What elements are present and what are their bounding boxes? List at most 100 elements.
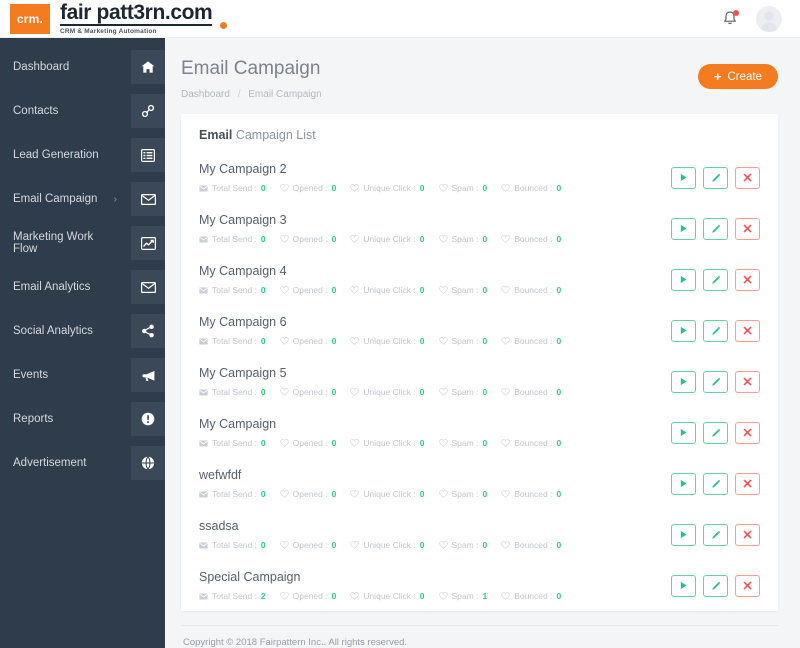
sidebar-item-label: Reports	[13, 413, 54, 425]
delete-button[interactable]	[735, 166, 760, 189]
heart-icon	[438, 592, 448, 600]
send-button[interactable]	[671, 268, 696, 291]
table-row: wefwfdf Total Send :0 Opened :0 Unique Cli…	[181, 458, 778, 509]
sidebar-item-events[interactable]: Events	[0, 358, 165, 392]
send-button[interactable]	[671, 217, 696, 240]
heart-icon	[279, 184, 289, 192]
stat-value: 0	[260, 234, 266, 244]
envelope-icon	[199, 185, 208, 191]
pencil-icon	[711, 275, 720, 284]
card-title: Email Campaign List	[181, 114, 778, 152]
stat-value: 0	[331, 591, 337, 601]
stat-bounced: Bounced :0	[501, 234, 561, 244]
edit-button[interactable]	[703, 523, 728, 546]
stat-value: 0	[482, 234, 488, 244]
stat-value: 0	[419, 540, 425, 550]
delete-button[interactable]	[735, 523, 760, 546]
sidebar-item-lead-generation[interactable]: Lead Generation	[0, 138, 165, 172]
send-button[interactable]	[671, 319, 696, 342]
delete-button[interactable]	[735, 574, 760, 597]
stat-value: 0	[419, 285, 425, 295]
heart-icon	[350, 337, 360, 345]
edit-button[interactable]	[703, 166, 728, 189]
stat-value: 0	[419, 183, 425, 193]
stat-opened: Opened :0	[279, 489, 336, 499]
stat-value: 0	[419, 387, 425, 397]
stat-spam: Spam :1	[438, 591, 487, 601]
stat-label: Opened :	[292, 591, 328, 601]
sidebar-item-advertisement[interactable]: Advertisement	[0, 446, 165, 480]
stat-label: Total Send :	[212, 183, 257, 193]
stat-unique-click: Unique Click :0	[350, 591, 425, 601]
stat-total-send: Total Send :0	[199, 336, 266, 346]
list-icon	[131, 138, 165, 172]
envelope-icon	[131, 182, 165, 216]
row-actions	[671, 574, 760, 597]
send-button[interactable]	[671, 472, 696, 495]
sidebar-item-email-analytics[interactable]: Email Analytics	[0, 270, 165, 304]
edit-button[interactable]	[703, 268, 728, 291]
stat-bounced: Bounced :0	[501, 387, 561, 397]
sidebar-item-social-analytics[interactable]: Social Analytics	[0, 314, 165, 348]
delete-button[interactable]	[735, 319, 760, 342]
stat-value: 0	[419, 591, 425, 601]
envelope-icon	[199, 593, 208, 599]
stat-label: Unique Click :	[363, 387, 416, 397]
breadcrumb: Dashboard / Email Campaign	[181, 89, 322, 100]
send-button[interactable]	[671, 421, 696, 444]
heart-icon	[279, 490, 289, 498]
edit-button[interactable]	[703, 370, 728, 393]
campaign-stats: Total Send :0 Opened :0 Unique Click :0 Spa…	[199, 234, 671, 244]
play-icon	[680, 326, 687, 335]
stat-spam: Spam :0	[438, 438, 487, 448]
edit-button[interactable]	[703, 421, 728, 444]
create-button[interactable]: + Create	[697, 64, 778, 89]
send-button[interactable]	[671, 574, 696, 597]
plus-icon: +	[713, 69, 722, 84]
edit-button[interactable]	[703, 574, 728, 597]
sidebar-item-contacts[interactable]: Contacts	[0, 94, 165, 128]
stat-value: 0	[419, 489, 425, 499]
brand-logo[interactable]: crm. fair patt3rn.com CRM & Marketing Au…	[0, 2, 228, 36]
card-title-bold: Email	[199, 128, 233, 142]
stat-opened: Opened :0	[279, 336, 336, 346]
delete-button[interactable]	[735, 472, 760, 495]
heart-icon	[350, 235, 360, 243]
edit-button[interactable]	[703, 472, 728, 495]
stat-unique-click: Unique Click :0	[350, 438, 425, 448]
send-button[interactable]	[671, 370, 696, 393]
heart-icon	[350, 388, 360, 396]
delete-button[interactable]	[735, 268, 760, 291]
heart-icon	[501, 490, 510, 498]
table-row: My Campaign 5 Total Send :0 Opened :0 Uniq…	[181, 356, 778, 407]
campaign-name: My Campaign 4	[199, 264, 287, 278]
sidebar-item-email-campaign[interactable]: Email Campaign ›	[0, 182, 165, 216]
play-icon	[680, 275, 687, 284]
close-icon	[743, 326, 752, 335]
sidebar-item-label: Marketing Work Flow	[13, 231, 94, 255]
sidebar-item-dashboard[interactable]: Dashboard	[0, 50, 165, 84]
send-button[interactable]	[671, 523, 696, 546]
app-root: crm. fair patt3rn.com CRM & Marketing Au…	[0, 0, 800, 648]
sidebar-item-marketing-work-flow[interactable]: Marketing Work Flow	[0, 226, 165, 260]
stat-unique-click: Unique Click :0	[350, 540, 425, 550]
breadcrumb-parent[interactable]: Dashboard	[181, 89, 230, 100]
stat-label: Opened :	[292, 387, 328, 397]
notification-bell-button[interactable]	[722, 9, 739, 28]
stat-total-send: Total Send :0	[199, 540, 266, 550]
campaign-info: My Campaign 5 Total Send :0 Opened :0 Uniq…	[199, 366, 671, 397]
heart-icon	[438, 388, 448, 396]
send-button[interactable]	[671, 166, 696, 189]
campaign-stats: Total Send :0 Opened :0 Unique Click :0 Spa…	[199, 183, 671, 193]
edit-button[interactable]	[703, 319, 728, 342]
delete-button[interactable]	[735, 421, 760, 444]
avatar[interactable]	[756, 5, 782, 32]
card-title-rest: Campaign List	[232, 128, 316, 142]
sidebar-item-reports[interactable]: Reports	[0, 402, 165, 436]
heart-icon	[438, 439, 448, 447]
edit-button[interactable]	[703, 217, 728, 240]
stat-value: 2	[260, 591, 266, 601]
stat-bounced: Bounced :0	[501, 591, 561, 601]
delete-button[interactable]	[735, 370, 760, 393]
delete-button[interactable]	[735, 217, 760, 240]
